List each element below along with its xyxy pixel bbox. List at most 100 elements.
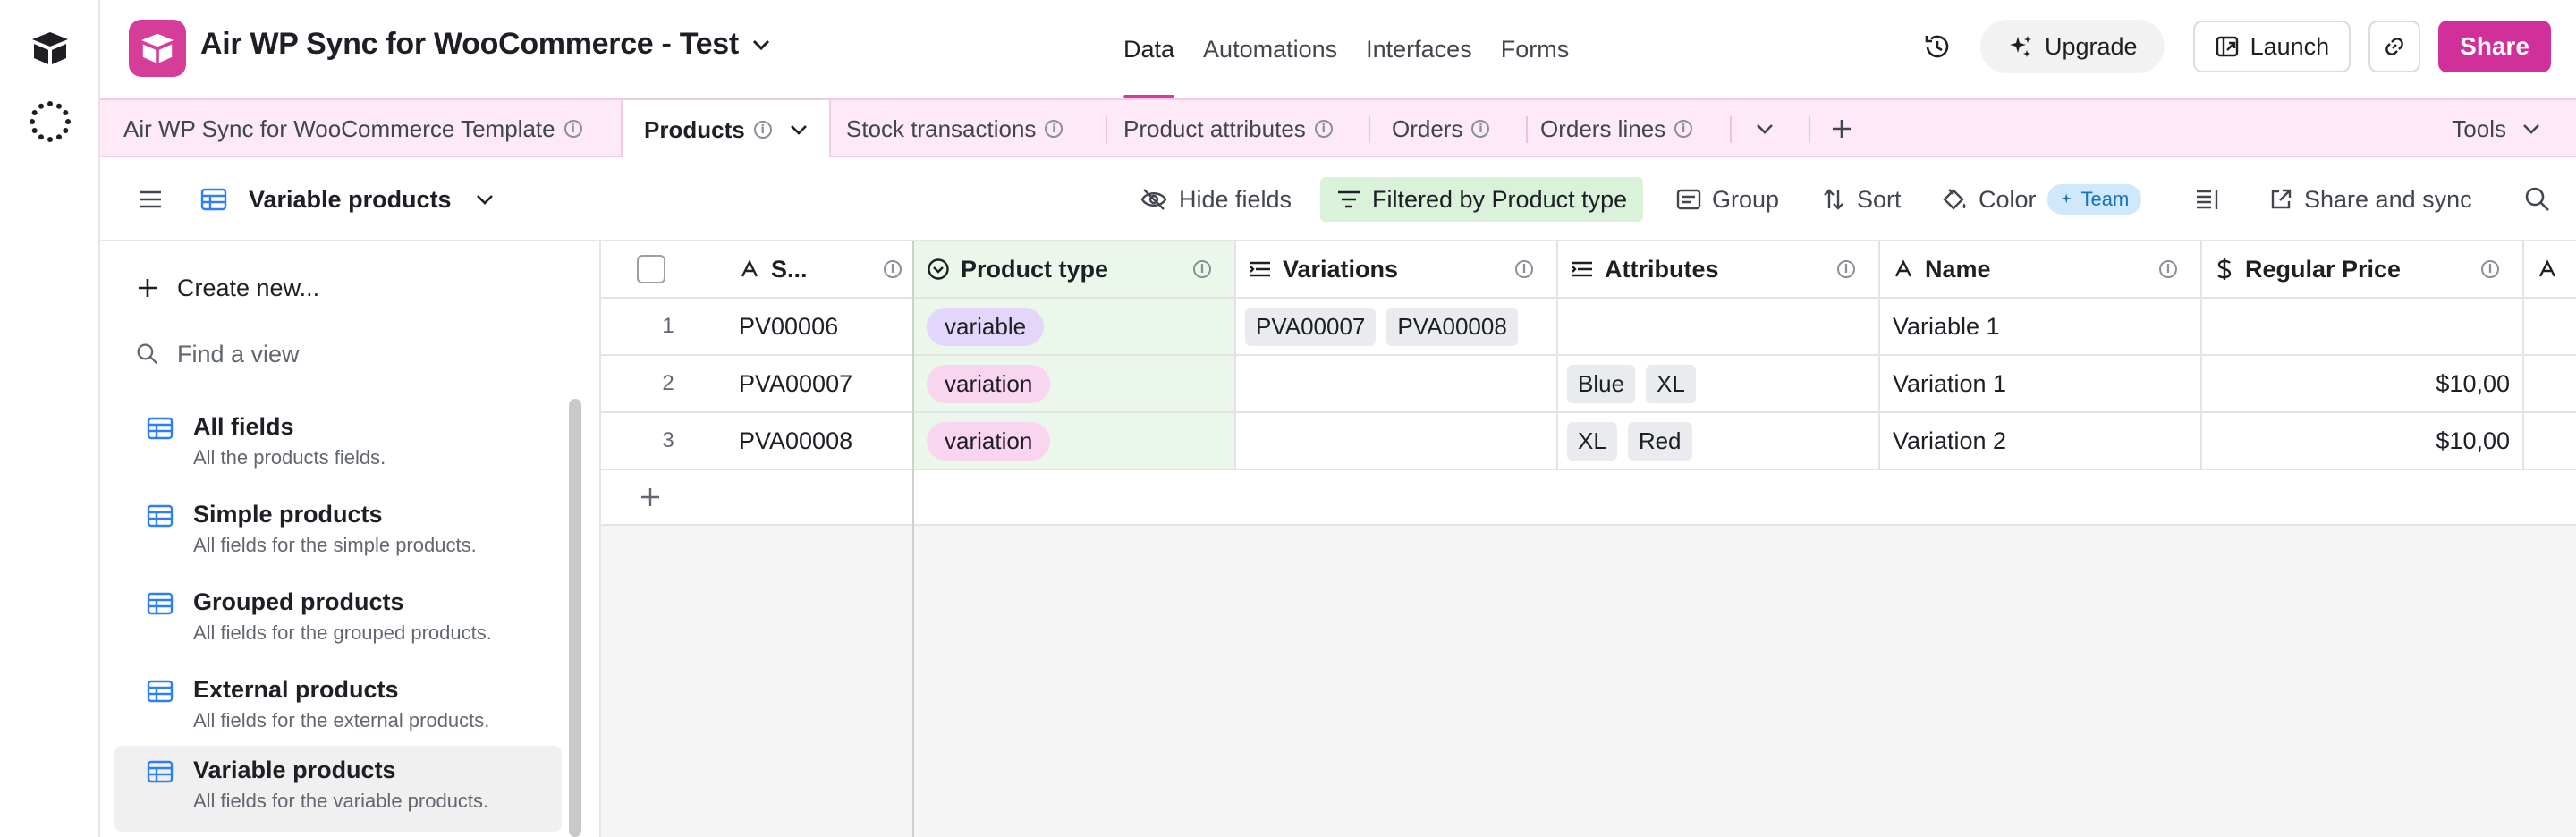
upgrade-button[interactable]: Upgrade — [1980, 20, 2165, 73]
frozen-column-divider[interactable] — [912, 241, 914, 837]
view-name: External products — [193, 676, 399, 703]
nav-interfaces[interactable]: Interfaces — [1352, 0, 1487, 98]
base-title-dropdown[interactable]: Air WP Sync for WooCommerce - Test — [200, 27, 771, 62]
nav-data[interactable]: Data — [1109, 0, 1189, 98]
color-button[interactable]: Color Team — [1941, 177, 2142, 222]
app-window: Air WP Sync for WooCommerce - Test Data … — [0, 0, 2576, 837]
filter-icon — [1338, 190, 1360, 208]
view-simple-products[interactable]: Simple products All fields for the simpl… — [114, 490, 562, 576]
share-button[interactable]: Share — [2438, 21, 2551, 72]
cell-product-type[interactable]: variation — [914, 356, 1236, 413]
create-new-view-button[interactable]: Create new... — [136, 270, 319, 306]
hide-fields-button[interactable]: Hide fields — [1140, 177, 1292, 222]
select-all-checkbox[interactable] — [637, 255, 665, 283]
info-icon: i — [2159, 260, 2177, 278]
column-header-product-type[interactable]: Product type i — [914, 241, 1236, 299]
linked-record-chip[interactable]: PVA00007 — [1245, 307, 1377, 346]
column-label: Regular Price — [2245, 255, 2402, 283]
cell-overflow[interactable] — [2524, 356, 2576, 413]
cell-overflow[interactable] — [2524, 299, 2576, 356]
tools-menu[interactable]: Tools — [2452, 100, 2540, 157]
column-header-variations[interactable]: Variations i — [1236, 241, 1558, 299]
add-record-row[interactable] — [601, 470, 2576, 526]
filter-button[interactable]: Filtered by Product type — [1320, 177, 1644, 222]
cell-product-type[interactable]: variation — [914, 413, 1236, 470]
nav-automations[interactable]: Automations — [1189, 0, 1352, 98]
sort-button[interactable]: Sort — [1821, 177, 1902, 222]
single-select-icon — [928, 258, 949, 280]
tab-orders[interactable]: Orders i — [1392, 100, 1490, 157]
info-icon: i — [1515, 260, 1533, 278]
tab-orders-lines[interactable]: Orders lines i — [1540, 100, 1693, 157]
chevron-down-icon[interactable] — [790, 124, 808, 135]
column-header-sku[interactable]: S... i — [735, 241, 914, 299]
linked-records-icon — [1572, 261, 1592, 277]
launch-button[interactable]: Launch — [2192, 21, 2351, 72]
info-icon: i — [1471, 120, 1490, 138]
find-view-input[interactable]: Find a view — [136, 336, 300, 372]
chevron-down-icon — [476, 195, 493, 205]
cell-variations[interactable]: PVA00007 PVA00008 — [1236, 299, 1558, 356]
history-button[interactable] — [1912, 21, 1962, 72]
text-field-icon — [2538, 259, 2556, 277]
cell-overflow[interactable] — [2524, 413, 2576, 470]
cell-attributes[interactable]: XL Red — [1558, 413, 1880, 470]
row-height-button[interactable] — [2195, 177, 2220, 222]
cell-name[interactable]: Variation 1 — [1880, 356, 2202, 413]
toggle-sidebar-button[interactable] — [138, 177, 163, 222]
cell-regular-price[interactable]: $10,00 — [2202, 356, 2524, 413]
cell-sku[interactable]: PVA00007 — [735, 356, 914, 413]
linked-record-chip[interactable]: Blue — [1567, 364, 1636, 403]
column-header-attributes[interactable]: Attributes i — [1558, 241, 1880, 299]
upgrade-label: Upgrade — [2045, 32, 2138, 60]
cell-variations[interactable] — [1236, 356, 1558, 413]
linked-record-chip[interactable]: PVA00008 — [1386, 307, 1518, 346]
tab-product-attributes[interactable]: Product attributes i — [1123, 100, 1333, 157]
more-tabs-button[interactable] — [1744, 100, 1785, 157]
tab-label: Orders — [1392, 114, 1463, 142]
cell-regular-price[interactable] — [2202, 299, 2524, 356]
view-external-products[interactable]: External products All fields for the ext… — [114, 665, 562, 751]
cell-product-type[interactable]: variable — [914, 299, 1236, 356]
sidebar-scrollbar[interactable] — [569, 399, 581, 837]
cell-sku[interactable]: PVA00008 — [735, 413, 914, 470]
grid-view-icon — [147, 417, 174, 440]
grid-view-icon — [147, 760, 174, 783]
view-variable-products[interactable]: Variable products All fields for the var… — [114, 746, 562, 832]
base-logo-icon[interactable] — [129, 20, 186, 77]
tab-template[interactable]: Air WP Sync for WooCommerce Template i — [123, 100, 582, 157]
cell-sku[interactable]: PV00006 — [735, 299, 914, 356]
cell-regular-price[interactable]: $10,00 — [2202, 413, 2524, 470]
tab-products[interactable]: Products i — [621, 100, 831, 159]
cell-name[interactable]: Variation 2 — [1880, 413, 2202, 470]
tab-stock-transactions[interactable]: Stock transactions i — [846, 100, 1063, 157]
search-button[interactable] — [2524, 177, 2551, 222]
view-switcher[interactable]: Variable products — [200, 177, 495, 222]
column-header-overflow[interactable] — [2524, 241, 2576, 299]
copy-link-button[interactable] — [2368, 21, 2421, 72]
grid-view-icon — [147, 504, 174, 528]
linked-record-chip[interactable]: XL — [1646, 364, 1696, 403]
view-all-fields[interactable]: All fields All the products fields. — [114, 402, 562, 488]
nav-forms[interactable]: Forms — [1487, 0, 1584, 98]
link-icon — [2385, 38, 2404, 55]
info-icon: i — [1674, 120, 1693, 138]
linked-record-chip[interactable]: Red — [1627, 421, 1692, 461]
cell-attributes[interactable]: Blue XL — [1558, 356, 1880, 413]
filter-label: Filtered by Product type — [1372, 185, 1628, 213]
view-grouped-products[interactable]: Grouped products All fields for the grou… — [114, 578, 562, 664]
linked-record-chip[interactable]: XL — [1567, 421, 1617, 461]
column-header-name[interactable]: Name i — [1880, 241, 2202, 299]
cell-attributes[interactable] — [1558, 299, 1880, 356]
add-table-button[interactable] — [1816, 100, 1868, 157]
tools-label: Tools — [2452, 114, 2506, 142]
home-logo-icon[interactable] — [27, 25, 73, 72]
group-button[interactable]: Group — [1676, 177, 1779, 222]
share-and-sync-button[interactable]: Share and sync — [2268, 177, 2472, 222]
column-header-regular-price[interactable]: Regular Price i — [2202, 241, 2524, 299]
external-link-icon — [2271, 189, 2292, 209]
cell-variations[interactable] — [1236, 413, 1558, 470]
currency-icon — [2217, 258, 2232, 280]
cell-name[interactable]: Variable 1 — [1880, 299, 2202, 356]
tab-divider — [1106, 116, 1107, 143]
